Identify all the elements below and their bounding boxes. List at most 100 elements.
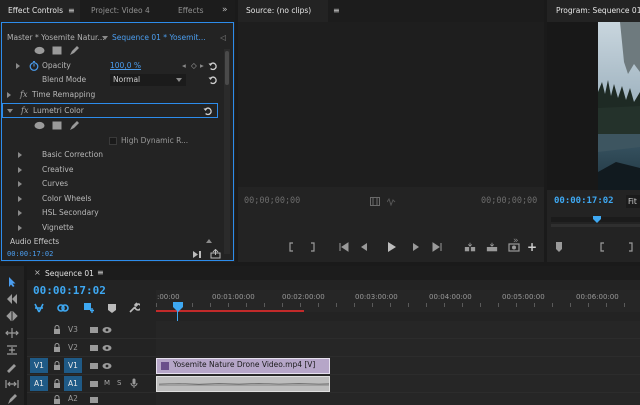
- lock-icon[interactable]: [52, 395, 62, 405]
- menu-icon[interactable]: ≡: [97, 268, 104, 277]
- pen-mask-icon[interactable]: [69, 120, 80, 131]
- add-marker-icon[interactable]: [83, 302, 95, 314]
- marker-icon[interactable]: [107, 303, 117, 314]
- lumetri-section-color-wheels[interactable]: Color Wheels: [2, 192, 233, 206]
- sync-lock-icon[interactable]: [89, 361, 99, 371]
- tab-sequence[interactable]: Sequence 01: [45, 269, 94, 278]
- expand-icon[interactable]: [18, 167, 22, 173]
- add-keyframe-icon[interactable]: ◇: [191, 59, 197, 73]
- fx-icon[interactable]: fx: [20, 88, 27, 102]
- lumetri-color-header[interactable]: fx Lumetri Color: [2, 103, 218, 118]
- razor-tool-icon[interactable]: [5, 361, 19, 373]
- close-icon[interactable]: ×: [34, 268, 41, 277]
- expand-icon[interactable]: [18, 225, 22, 231]
- solo-button[interactable]: S: [117, 376, 121, 391]
- time-remapping-expand-icon[interactable]: [7, 92, 11, 98]
- eye-icon[interactable]: [102, 361, 112, 371]
- blend-mode-select[interactable]: Normal: [110, 74, 186, 86]
- lumetri-section-creative[interactable]: Creative: [2, 163, 233, 177]
- audio-clip[interactable]: [156, 376, 330, 392]
- ellipse-mask-icon[interactable]: [34, 121, 45, 130]
- play-icon[interactable]: [385, 241, 397, 253]
- lumetri-section-basic-correction[interactable]: Basic Correction: [2, 148, 233, 162]
- more-tabs-icon[interactable]: »: [222, 5, 228, 15]
- fx-icon[interactable]: fx: [21, 104, 28, 118]
- tab-project[interactable]: Project: Video 4: [84, 0, 164, 22]
- reset-icon[interactable]: [208, 75, 218, 85]
- snap-icon[interactable]: [33, 302, 45, 314]
- marker-icon[interactable]: [553, 241, 565, 253]
- ripple-edit-tool-icon[interactable]: [5, 310, 19, 322]
- eye-icon[interactable]: [102, 343, 112, 353]
- wrench-icon[interactable]: [128, 302, 140, 314]
- stopwatch-icon[interactable]: [29, 61, 39, 71]
- mark-out-icon[interactable]: [306, 241, 318, 253]
- menu-icon[interactable]: ≡: [68, 6, 75, 15]
- mark-out-icon[interactable]: [624, 241, 636, 253]
- track-label[interactable]: A1: [64, 376, 82, 391]
- eye-icon[interactable]: [102, 325, 112, 335]
- more-buttons-icon[interactable]: »: [513, 236, 519, 246]
- track-lane-v3[interactable]: [156, 321, 640, 339]
- play-audio-icon[interactable]: [192, 250, 202, 259]
- prev-keyframe-icon[interactable]: ◂: [182, 59, 186, 73]
- scrollbar-thumb[interactable]: [225, 51, 229, 85]
- track-lane-a2[interactable]: [156, 393, 640, 405]
- source-video-area[interactable]: [238, 22, 544, 187]
- expand-icon[interactable]: [18, 181, 22, 187]
- source-patch-a1[interactable]: A1: [30, 376, 48, 391]
- time-remapping-row[interactable]: fx Time Remapping: [2, 88, 233, 102]
- reset-icon[interactable]: [208, 61, 218, 71]
- expand-icon[interactable]: [18, 210, 22, 216]
- expand-icon[interactable]: [18, 152, 22, 158]
- effect-controls-timecode[interactable]: 00:00:17:02: [7, 247, 53, 261]
- overwrite-icon[interactable]: [486, 241, 498, 253]
- master-clip-label[interactable]: Master * Yosemite Natur...: [7, 31, 105, 45]
- lock-icon[interactable]: [52, 325, 62, 335]
- rectangle-mask-icon[interactable]: [52, 121, 62, 130]
- ellipse-mask-icon[interactable]: [34, 46, 45, 55]
- sync-lock-icon[interactable]: [89, 379, 99, 389]
- tab-effects[interactable]: Effects: [170, 0, 220, 22]
- selection-tool-icon[interactable]: [5, 276, 19, 288]
- export-icon[interactable]: [210, 249, 221, 259]
- track-lane-v2[interactable]: [156, 339, 640, 357]
- mark-in-icon[interactable]: [286, 241, 298, 253]
- rectangle-mask-icon[interactable]: [52, 46, 62, 55]
- track-select-tool-icon[interactable]: [5, 293, 19, 305]
- expand-icon[interactable]: [18, 196, 22, 202]
- lock-icon[interactable]: [52, 379, 62, 389]
- playhead-icon[interactable]: [593, 216, 601, 223]
- pen-mask-icon[interactable]: [69, 45, 80, 56]
- next-keyframe-icon[interactable]: ▸: [200, 59, 204, 73]
- opacity-value[interactable]: 100,0 %: [110, 59, 141, 73]
- insert-icon[interactable]: [464, 241, 476, 253]
- menu-icon[interactable]: ≡: [333, 6, 340, 15]
- lumetri-collapse-icon[interactable]: [7, 109, 13, 113]
- lock-icon[interactable]: [52, 361, 62, 371]
- pen-tool-icon[interactable]: [5, 393, 19, 405]
- slip-tool-icon[interactable]: [5, 344, 19, 356]
- mute-button[interactable]: M: [104, 376, 110, 391]
- zoom-fit-select[interactable]: Fit: [626, 195, 640, 208]
- program-scrubber[interactable]: [551, 217, 640, 222]
- reset-icon[interactable]: [203, 106, 213, 116]
- opacity-expand-icon[interactable]: [16, 63, 20, 69]
- microphone-icon[interactable]: [129, 378, 139, 388]
- source-timecode-left[interactable]: 00;00;00;00: [244, 196, 300, 206]
- sync-lock-icon[interactable]: [89, 343, 99, 353]
- go-to-out-icon[interactable]: [431, 241, 443, 253]
- timeline-playhead-icon[interactable]: [173, 302, 183, 312]
- lumetri-section-hsl-secondary[interactable]: HSL Secondary: [2, 206, 233, 220]
- high-dynamic-range-checkbox[interactable]: [109, 137, 117, 145]
- linked-selection-icon[interactable]: [57, 302, 69, 314]
- step-forward-icon[interactable]: [410, 241, 422, 253]
- add-button-icon[interactable]: +: [527, 240, 537, 254]
- collapse-panel-icon[interactable]: ◁: [220, 31, 226, 45]
- track-label[interactable]: V2: [64, 340, 82, 355]
- sync-lock-icon[interactable]: [89, 325, 99, 335]
- mark-in-icon[interactable]: [597, 241, 609, 253]
- tab-program[interactable]: Program: Sequence 01: [547, 0, 640, 22]
- sync-lock-icon[interactable]: [89, 395, 99, 405]
- program-timecode[interactable]: 00:00:17:02: [554, 196, 614, 206]
